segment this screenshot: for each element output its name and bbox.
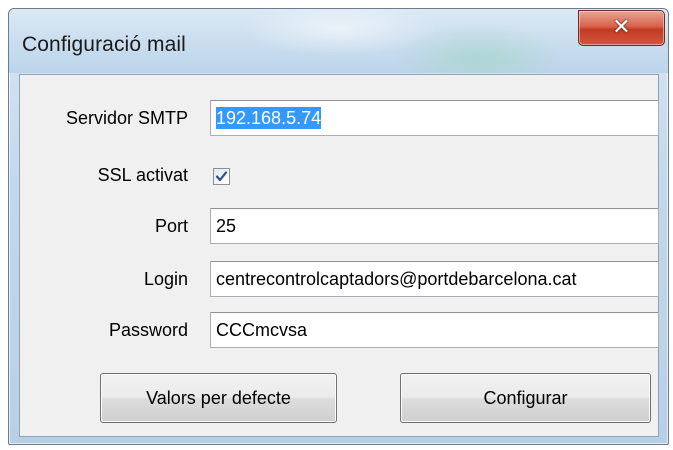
login-value: centrecontrolcaptadors@portdebarcelona.c…	[216, 269, 577, 289]
login-input[interactable]: centrecontrolcaptadors@portdebarcelona.c…	[210, 261, 659, 297]
password-label: Password	[108, 320, 188, 340]
title-bar[interactable]: Configuració mail ✕	[9, 9, 668, 73]
smtp-server-value: 192.168.5.74	[216, 107, 322, 129]
smtp-server-input[interactable]: 192.168.5.74	[210, 100, 659, 136]
window-title: Configuració mail	[22, 33, 186, 56]
smtp-server-label: Servidor SMTP	[65, 108, 188, 128]
dialog-content: Servidor SMTP 192.168.5.74 SSL activat P…	[19, 74, 659, 437]
port-value: 25	[216, 216, 237, 236]
password-input[interactable]: CCCmcvsa	[210, 312, 659, 348]
configure-button[interactable]: Configurar	[400, 373, 651, 423]
port-input[interactable]: 25	[210, 208, 659, 244]
port-label: Port	[154, 216, 188, 236]
password-value: CCCmcvsa	[216, 320, 308, 340]
default-values-button[interactable]: Valors per defecte	[100, 373, 337, 423]
ssl-enabled-checkbox[interactable]	[213, 168, 230, 185]
close-icon: ✕	[612, 14, 631, 39]
login-label: Login	[143, 269, 188, 289]
close-button[interactable]: ✕	[578, 10, 665, 46]
ssl-enabled-label: SSL activat	[97, 165, 188, 185]
checkmark-icon	[215, 171, 228, 182]
config-mail-dialog: Configuració mail ✕ Servidor SMTP 192.16…	[8, 8, 669, 445]
